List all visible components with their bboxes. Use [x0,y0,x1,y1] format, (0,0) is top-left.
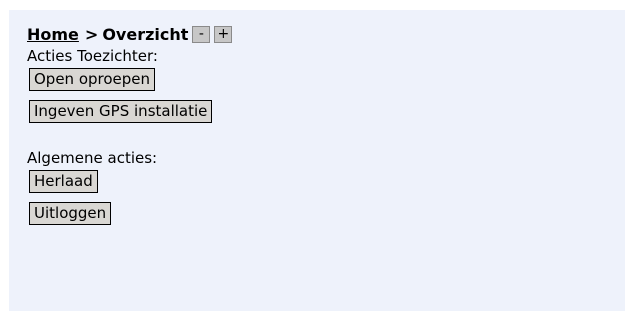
supervisor-actions-label: Acties Toezichter: [27,47,158,65]
open-calls-button[interactable]: Open oproepen [29,68,156,91]
breadcrumb-current: Overzicht [102,24,189,44]
general-actions-label: Algemene acties: [27,149,158,167]
button-row: Herlaad [27,168,232,200]
enter-gps-installation-button[interactable]: Ingeven GPS installatie [29,100,213,123]
content-area: Home > Overzicht - + Acties Toezichter: … [27,22,233,232]
button-row: Ingeven GPS installatie [27,98,232,130]
zoom-out-button[interactable]: - [192,25,211,43]
button-row: Uitloggen [27,200,232,232]
breadcrumb: Home > Overzicht - + [27,22,233,46]
breadcrumb-home-link[interactable]: Home [27,25,79,44]
logout-button[interactable]: Uitloggen [29,202,112,225]
main-panel: Home > Overzicht - + Acties Toezichter: … [9,10,625,311]
reload-button[interactable]: Herlaad [29,170,98,193]
breadcrumb-separator: > [84,24,99,44]
button-row: Open oproepen [27,66,232,98]
zoom-in-button[interactable]: + [214,25,233,43]
